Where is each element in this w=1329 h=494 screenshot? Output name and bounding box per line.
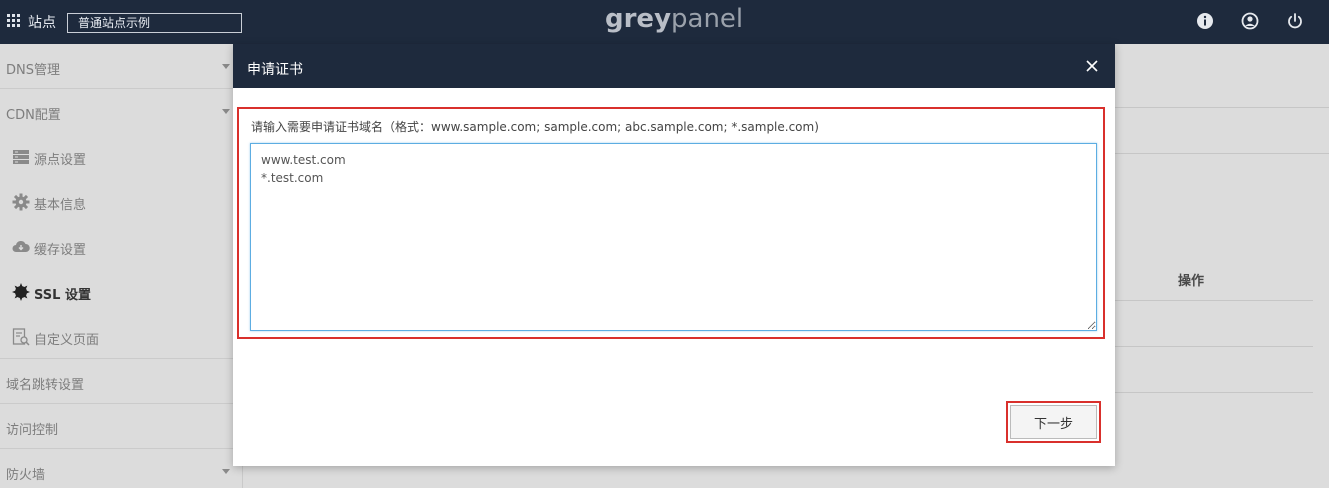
- sidebar-item-label: 缓存设置: [34, 243, 87, 258]
- gear-icon: [12, 193, 30, 211]
- sidebar-item-label: 访问控制: [6, 423, 59, 438]
- logo-text-panel: panel: [671, 4, 744, 34]
- dialog-title: 申请证书: [247, 62, 303, 78]
- sidebar-item-custom-page[interactable]: 自定义页面: [0, 314, 242, 359]
- next-step-button[interactable]: 下一步: [1010, 405, 1097, 439]
- power-icon[interactable]: [1286, 12, 1304, 30]
- server-icon: [13, 150, 29, 164]
- badge-gear-icon: [12, 283, 30, 301]
- domain-textarea[interactable]: [250, 143, 1097, 331]
- divider: [1115, 346, 1313, 347]
- divider: [1115, 300, 1313, 301]
- site-select[interactable]: 普通站点示例: [67, 13, 242, 33]
- page-search-icon: [12, 328, 30, 346]
- domain-input-label: 请输入需要申请证书域名（格式：www.sample.com; sample.co…: [251, 120, 819, 134]
- caret-down-icon: [222, 109, 230, 114]
- operation-column-header: 操作: [1178, 274, 1205, 289]
- user-icon[interactable]: [1241, 12, 1259, 30]
- sidebar-item-basic-info[interactable]: 基本信息: [0, 179, 242, 224]
- divider: [1115, 392, 1313, 393]
- sidebar-item-cache[interactable]: 缓存设置: [0, 224, 242, 269]
- cloud-download-icon: [12, 240, 30, 252]
- sidebar-item-dns[interactable]: DNS管理: [0, 44, 242, 89]
- dialog-header: 申请证书: [233, 44, 1115, 88]
- caret-down-icon: [222, 64, 230, 69]
- sidebar-item-ssl[interactable]: SSL 设置: [0, 269, 242, 314]
- info-icon[interactable]: [1196, 12, 1214, 30]
- logo-text-grey: grey: [605, 4, 672, 34]
- sidebar-item-label: SSL 设置: [34, 288, 91, 303]
- sidebar-item-label: DNS管理: [6, 63, 60, 78]
- greypanel-logo: greypanel: [605, 4, 743, 34]
- divider: [1115, 107, 1329, 108]
- sidebar-item-origin[interactable]: 源点设置: [0, 134, 242, 179]
- sidebar-item-label: CDN配置: [6, 108, 61, 123]
- sidebar-item-label: 基本信息: [34, 198, 87, 213]
- sidebar-item-access-control[interactable]: 访问控制: [0, 404, 242, 449]
- sidebar-item-firewall[interactable]: 防火墙: [0, 449, 242, 494]
- apps-grid-icon[interactable]: [7, 14, 22, 29]
- sidebar-item-label: 防火墙: [6, 468, 46, 483]
- site-label: 站点: [28, 15, 56, 31]
- apply-certificate-dialog: 申请证书 请输入需要申请证书域名（格式：www.sample.com; samp…: [233, 44, 1115, 466]
- sidebar-item-label: 域名跳转设置: [6, 378, 85, 393]
- sidebar: DNS管理 CDN配置 源点设置 基本信息 缓存设置 SSL 设置 自定义页面 …: [0, 44, 243, 488]
- sidebar-item-label: 自定义页面: [34, 333, 100, 348]
- sidebar-item-domain-redirect[interactable]: 域名跳转设置: [0, 359, 242, 404]
- close-icon[interactable]: [1085, 59, 1099, 73]
- divider: [1115, 153, 1329, 154]
- sidebar-item-cdn[interactable]: CDN配置: [0, 89, 242, 134]
- caret-down-icon: [222, 469, 230, 474]
- sidebar-item-label: 源点设置: [34, 153, 87, 168]
- top-navbar: 站点 普通站点示例 greypanel: [0, 0, 1329, 44]
